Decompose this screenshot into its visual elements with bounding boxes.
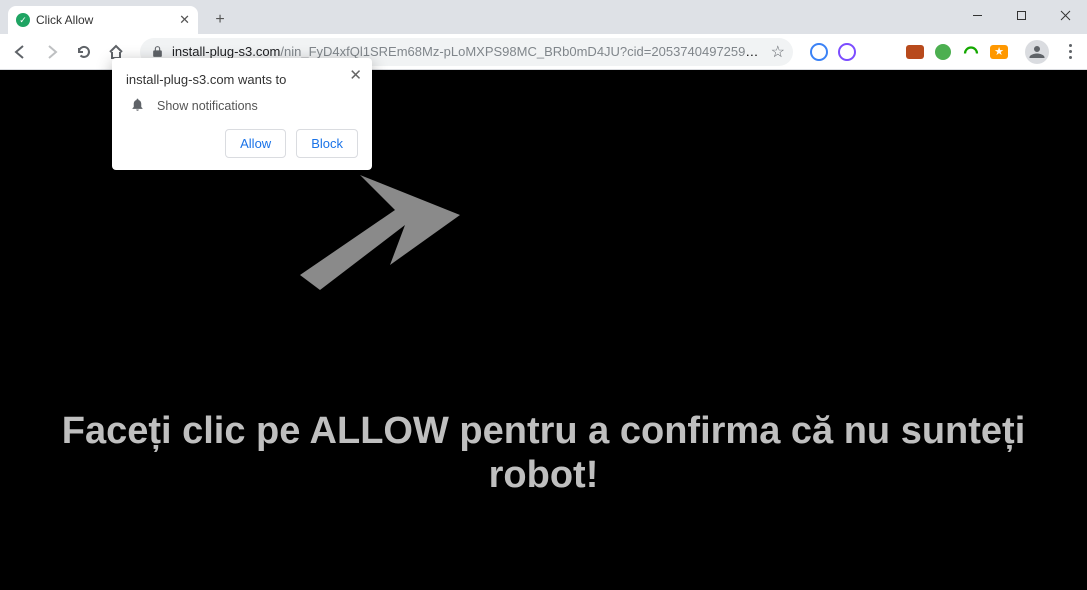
- browser-tab[interactable]: ✓ Click Allow ✕: [8, 6, 198, 34]
- window-close-button[interactable]: [1043, 0, 1087, 30]
- block-button[interactable]: Block: [296, 129, 358, 158]
- reload-button[interactable]: [70, 38, 98, 66]
- extension-icon-3[interactable]: [905, 42, 925, 62]
- extension-icon-5[interactable]: [961, 42, 981, 62]
- tab-favicon: ✓: [16, 13, 30, 27]
- bookmark-star-icon[interactable]: ☆: [771, 42, 785, 62]
- extension-icon-1[interactable]: [809, 42, 829, 62]
- popup-permission-label: Show notifications: [157, 99, 258, 113]
- forward-button[interactable]: [38, 38, 66, 66]
- tab-close-icon[interactable]: ✕: [179, 12, 190, 28]
- page-headline: Faceți clic pe ALLOW pentru a confirma c…: [0, 410, 1087, 497]
- extension-icons: ★: [803, 42, 1015, 62]
- extension-spacer: [865, 42, 897, 62]
- extension-icon-6[interactable]: ★: [989, 42, 1009, 62]
- window-minimize-button[interactable]: [955, 0, 999, 30]
- back-button[interactable]: [6, 38, 34, 66]
- profile-avatar-button[interactable]: [1025, 40, 1049, 64]
- notification-permission-popup: ✕ install-plug-s3.com wants to Show noti…: [112, 58, 372, 170]
- url-text: install-plug-s3.com/nin_FyD4xfQl1SREm68M…: [172, 44, 765, 59]
- popup-title: install-plug-s3.com wants to: [126, 72, 358, 87]
- popup-permission-row: Show notifications: [126, 97, 358, 115]
- browser-menu-button[interactable]: [1059, 44, 1081, 59]
- popup-close-icon[interactable]: ✕: [349, 66, 362, 84]
- new-tab-button[interactable]: +: [206, 6, 234, 34]
- allow-button[interactable]: Allow: [225, 129, 286, 158]
- popup-actions: Allow Block: [126, 129, 358, 158]
- window-maximize-button[interactable]: [999, 0, 1043, 30]
- bell-icon: [130, 97, 145, 115]
- extension-icon-2[interactable]: [837, 42, 857, 62]
- extension-icon-4[interactable]: [933, 42, 953, 62]
- url-host: install-plug-s3.com: [172, 44, 280, 59]
- url-path: /nin_FyD4xfQl1SREm68Mz-pLoMXPS98MC_BRb0m…: [280, 44, 764, 59]
- window-controls: [955, 0, 1087, 30]
- tab-title: Click Allow: [36, 13, 173, 27]
- titlebar: ✓ Click Allow ✕ +: [0, 0, 1087, 34]
